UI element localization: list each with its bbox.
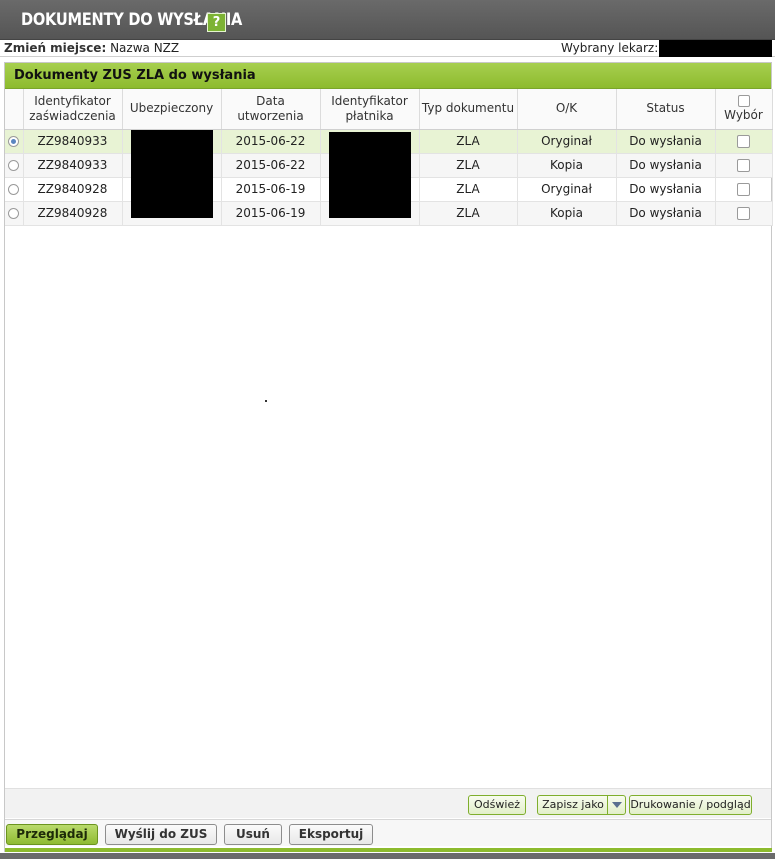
insured-redaction-block <box>131 130 213 218</box>
row-checkbox[interactable] <box>737 135 750 148</box>
row-radio-cell[interactable] <box>5 201 24 226</box>
document-type: ZLA <box>419 177 518 202</box>
col-certificate-id[interactable]: Identyfikator zaświadczenia <box>23 89 123 130</box>
place-value: Nazwa NZZ <box>110 41 180 55</box>
original-copy: Kopia <box>517 153 617 178</box>
page-bottom-bar <box>0 853 775 859</box>
created-date: 2015-06-19 <box>221 177 321 202</box>
certificate-id: ZZ9840928 <box>23 201 123 226</box>
col-select: Wybór <box>715 89 773 130</box>
browse-button[interactable]: Przeglądaj <box>6 824 98 845</box>
col-insured[interactable]: Ubezpieczony <box>122 89 222 130</box>
col-select-label: Wybór <box>724 107 763 122</box>
chevron-down-icon[interactable] <box>607 796 625 814</box>
stray-pixel <box>265 400 267 402</box>
original-copy: Kopia <box>517 201 617 226</box>
original-copy: Oryginał <box>517 129 617 154</box>
selected-doctor-redacted <box>659 40 772 57</box>
status: Do wysłania <box>616 177 716 202</box>
export-button[interactable]: Eksportuj <box>289 824 373 845</box>
save-as-button[interactable]: Zapisz jako <box>537 795 626 815</box>
row-radio[interactable] <box>8 208 20 219</box>
row-checkbox[interactable] <box>737 207 750 220</box>
refresh-button[interactable]: Odśwież <box>468 795 526 815</box>
panel-title: Dokumenty ZUS ZLA do wysłania <box>5 63 771 89</box>
row-radio-cell[interactable] <box>5 129 24 154</box>
document-type: ZLA <box>419 201 518 226</box>
status: Do wysłania <box>616 201 716 226</box>
created-date: 2015-06-22 <box>221 129 321 154</box>
table-toolbar: Odśwież Zapisz jako Drukowanie / podgląd <box>5 788 771 818</box>
certificate-id: ZZ9840928 <box>23 177 123 202</box>
col-created-date[interactable]: Data utworzenia <box>221 89 321 130</box>
select-all-checkbox[interactable] <box>737 94 750 107</box>
document-type: ZLA <box>419 153 518 178</box>
help-icon[interactable]: ? <box>207 13 226 32</box>
select-cell[interactable] <box>715 153 773 178</box>
selected-doctor-label: Wybrany lekarz: <box>561 41 659 55</box>
original-copy: Oryginał <box>517 177 617 202</box>
select-cell[interactable] <box>715 129 773 154</box>
status: Do wysłania <box>616 153 716 178</box>
col-radio <box>5 89 24 130</box>
created-date: 2015-06-22 <box>221 153 321 178</box>
row-radio-cell[interactable] <box>5 177 24 202</box>
col-document-type[interactable]: Typ dokumentu <box>419 89 518 130</box>
change-place[interactable]: Zmień miejsce: Nazwa NZZ <box>4 40 179 56</box>
row-checkbox[interactable] <box>737 183 750 196</box>
col-status[interactable]: Status <box>616 89 716 130</box>
action-bar: Przeglądaj Wyślij do ZUS Usuń Eksportuj <box>5 819 771 846</box>
col-payer-id[interactable]: Identyfikator płatnika <box>320 89 420 130</box>
row-checkbox[interactable] <box>737 159 750 172</box>
change-place-label[interactable]: Zmień miejsce: <box>4 41 106 55</box>
document-type: ZLA <box>419 129 518 154</box>
row-radio[interactable] <box>8 136 20 147</box>
created-date: 2015-06-19 <box>221 201 321 226</box>
select-cell[interactable] <box>715 201 773 226</box>
send-to-zus-button[interactable]: Wyślij do ZUS <box>105 824 217 845</box>
select-cell[interactable] <box>715 177 773 202</box>
info-bar: Zmień miejsce: Nazwa NZZ Wybrany lekarz: <box>0 40 775 57</box>
documents-panel: Dokumenty ZUS ZLA do wysłania Identyfika… <box>4 62 773 852</box>
panel-bottom-stripe <box>5 848 772 852</box>
certificate-id: ZZ9840933 <box>23 153 123 178</box>
payer-redaction-block <box>329 132 411 218</box>
row-radio[interactable] <box>8 184 20 195</box>
row-radio-cell[interactable] <box>5 153 24 178</box>
print-preview-button[interactable]: Drukowanie / podgląd <box>629 795 752 815</box>
row-radio[interactable] <box>8 160 20 171</box>
delete-button[interactable]: Usuń <box>224 824 282 845</box>
status: Do wysłania <box>616 129 716 154</box>
col-original-copy[interactable]: O/K <box>517 89 617 130</box>
table-header-row: Identyfikator zaświadczenia Ubezpieczony… <box>5 89 773 130</box>
title-bar: DOKUMENTY DO WYSŁANIA <box>0 0 775 40</box>
save-as-label[interactable]: Zapisz jako <box>538 796 608 814</box>
certificate-id: ZZ9840933 <box>23 129 123 154</box>
